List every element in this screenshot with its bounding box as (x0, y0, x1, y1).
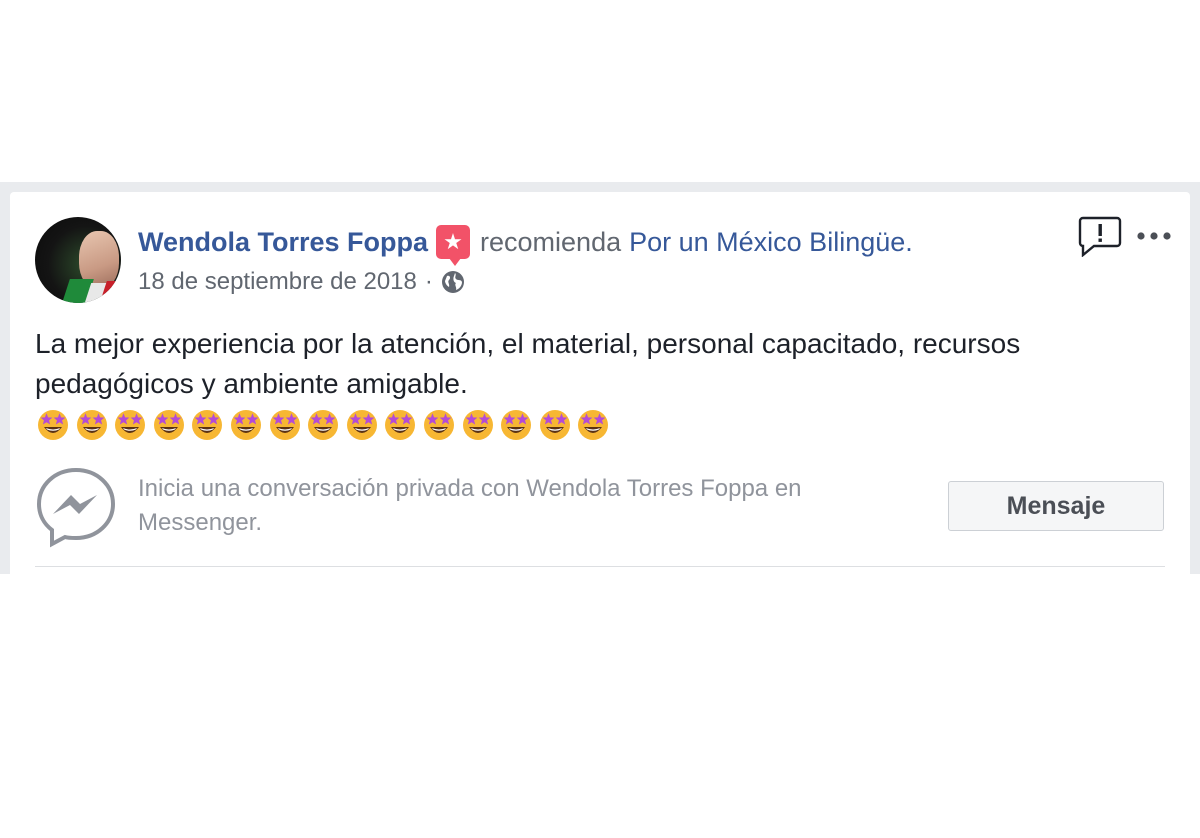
divider (35, 566, 1165, 567)
page-link[interactable]: Por un México Bilingüe. (629, 227, 913, 258)
star-struck-emoji (578, 410, 609, 440)
post-date[interactable]: 18 de septiembre de 2018 (138, 268, 417, 296)
star-struck-emoji (346, 410, 377, 440)
star-struck-emoji (385, 410, 416, 440)
avatar[interactable] (35, 217, 121, 303)
messenger-icon (36, 467, 116, 548)
star-struck-emoji (308, 410, 339, 440)
post-body: La mejor experiencia por la atención, el… (35, 328, 1021, 399)
star-struck-emoji (153, 410, 184, 440)
star-struck-emoji (192, 410, 223, 440)
more-options-icon[interactable] (1134, 222, 1174, 250)
post-meta: 18 de septiembre de 2018 · (138, 266, 465, 298)
star-struck-emoji (115, 410, 146, 440)
star-struck-emoji (539, 410, 570, 440)
star-struck-emoji (230, 410, 261, 440)
star-struck-emoji (423, 410, 454, 440)
action-text: recomienda (480, 226, 622, 257)
post-header: Wendola Torres Foppa ★ recomienda Por un… (138, 222, 913, 266)
star-struck-emoji (38, 410, 68, 440)
messenger-prompt: Inicia una conversación privada con Wend… (138, 475, 802, 536)
star-struck-emoji (76, 410, 107, 440)
emoji-row (36, 406, 610, 446)
report-icon[interactable] (1078, 215, 1122, 257)
author-link[interactable]: Wendola Torres Foppa (138, 227, 428, 258)
globe-icon[interactable] (441, 270, 465, 294)
message-button[interactable]: Mensaje (948, 481, 1164, 531)
star-struck-emoji (501, 410, 532, 440)
meta-separator: · (424, 268, 433, 295)
star-struck-emoji (269, 410, 300, 440)
star-icon: ★ (436, 225, 471, 266)
star-struck-emoji (462, 410, 493, 440)
